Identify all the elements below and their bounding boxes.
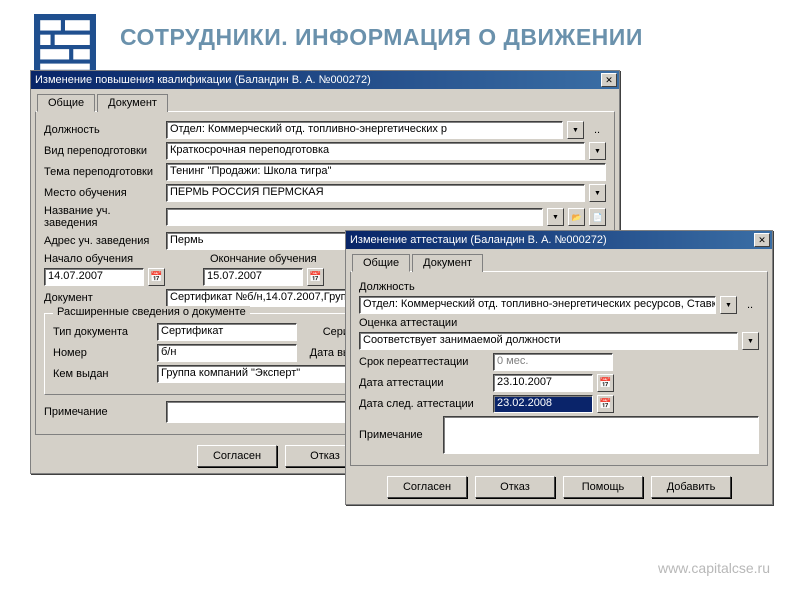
tab-general[interactable]: Общие — [352, 254, 410, 272]
add-button[interactable]: Добавить — [651, 476, 731, 498]
open-icon[interactable]: 📂 — [568, 208, 585, 226]
close-icon[interactable]: ✕ — [754, 233, 770, 247]
field-study-start[interactable]: 14.07.2007 — [44, 268, 144, 286]
label-reassess-term: Срок переаттестации — [359, 356, 489, 368]
calendar-icon[interactable]: 📅 — [597, 374, 614, 392]
label-retraining-type: Вид переподготовки — [44, 145, 162, 157]
calendar-icon[interactable]: 📅 — [597, 395, 614, 413]
dropdown-icon[interactable] — [742, 332, 759, 350]
dropdown-icon[interactable] — [547, 208, 564, 226]
label-next-assess-date: Дата след. аттестации — [359, 398, 489, 410]
tab-document[interactable]: Документ — [97, 94, 168, 112]
field-position[interactable]: Отдел: Коммерческий отд. топливно-энерге… — [166, 121, 563, 139]
label-issued-by: Кем выдан — [53, 368, 153, 380]
ellipsis-button[interactable]: .. — [741, 299, 759, 311]
label-assessment: Оценка аттестации — [359, 317, 457, 329]
field-assessment[interactable]: Соответствует занимаемой должности — [359, 332, 738, 350]
close-icon[interactable]: ✕ — [601, 73, 617, 87]
dropdown-icon[interactable] — [589, 142, 606, 160]
field-institution-name[interactable] — [166, 208, 543, 226]
ellipsis-button[interactable]: .. — [588, 124, 606, 136]
label-note: Примечание — [359, 429, 439, 441]
titlebar[interactable]: Изменение аттестации (Баландин В. А. №00… — [346, 231, 772, 249]
field-next-assess-date[interactable]: 23.02.2008 — [493, 395, 593, 413]
label-institution-name: Название уч. заведения — [44, 205, 162, 229]
field-assess-date[interactable]: 23.10.2007 — [493, 374, 593, 392]
field-study-end[interactable]: 15.07.2007 — [203, 268, 303, 286]
field-doc-type[interactable]: Сертификат — [157, 323, 297, 341]
tab-document[interactable]: Документ — [412, 254, 483, 272]
field-number[interactable]: б/н — [157, 344, 297, 362]
calendar-icon[interactable]: 📅 — [148, 268, 165, 286]
agree-button[interactable]: Согласен — [387, 476, 467, 498]
label-study-start: Начало обучения — [44, 253, 162, 265]
label-position: Должность — [359, 281, 415, 293]
titlebar[interactable]: Изменение повышения квалификации (Баланд… — [31, 71, 619, 89]
window-title: Изменение аттестации (Баландин В. А. №00… — [350, 234, 752, 246]
label-study-end: Окончание обучения — [210, 253, 330, 265]
agree-button[interactable]: Согласен — [197, 445, 277, 467]
dropdown-icon[interactable] — [589, 184, 606, 202]
label-position: Должность — [44, 124, 162, 136]
label-note: Примечание — [44, 406, 162, 418]
label-assess-date: Дата аттестации — [359, 377, 489, 389]
label-document: Документ — [44, 292, 162, 304]
refuse-button[interactable]: Отказ — [475, 476, 555, 498]
field-note[interactable] — [443, 416, 759, 454]
dropdown-icon[interactable] — [720, 296, 737, 314]
field-reassess-term[interactable]: 0 мес. — [493, 353, 613, 371]
help-button[interactable]: Помощь — [563, 476, 643, 498]
label-study-place: Место обучения — [44, 187, 162, 199]
footer-link: www.capitalcse.ru — [658, 560, 770, 576]
field-position[interactable]: Отдел: Коммерческий отд. топливно-энерге… — [359, 296, 716, 314]
app-logo — [34, 14, 96, 76]
dropdown-icon[interactable] — [567, 121, 584, 139]
new-icon[interactable]: 📄 — [589, 208, 606, 226]
field-retraining-topic[interactable]: Тенинг "Продажи: Школа тигра" — [166, 163, 606, 181]
window-attestation: Изменение аттестации (Баландин В. А. №00… — [345, 230, 773, 505]
calendar-icon[interactable]: 📅 — [307, 268, 324, 286]
page-title: СОТРУДНИКИ. ИНФОРМАЦИЯ О ДВИЖЕНИИ — [120, 24, 643, 51]
tab-general[interactable]: Общие — [37, 94, 95, 112]
window-title: Изменение повышения квалификации (Баланд… — [35, 74, 599, 86]
legend-ext-doc: Расширенные сведения о документе — [53, 306, 250, 318]
label-retraining-topic: Тема переподготовки — [44, 166, 162, 178]
label-number: Номер — [53, 347, 153, 359]
label-institution-addr: Адрес уч. заведения — [44, 235, 162, 247]
field-retraining-type[interactable]: Краткосрочная переподготовка — [166, 142, 585, 160]
field-study-place[interactable]: ПЕРМЬ РОССИЯ ПЕРМСКАЯ — [166, 184, 585, 202]
label-doc-type: Тип документа — [53, 326, 153, 338]
